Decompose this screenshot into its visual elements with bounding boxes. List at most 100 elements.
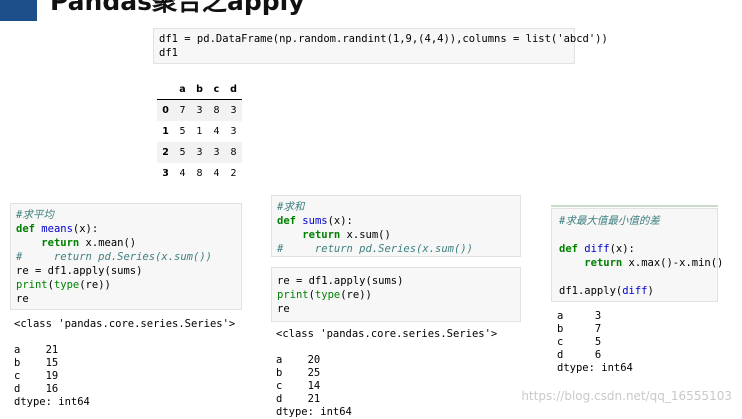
output-line: dtype: int64 [557, 362, 633, 374]
output-line: b 7 [557, 323, 602, 335]
keyword: def [16, 223, 35, 235]
code-text: (x): [327, 215, 353, 227]
code-cell-sums[interactable]: #求和 def sums(x): return x.sum() # return… [271, 195, 521, 257]
output-line: b 15 [14, 357, 59, 369]
code-line-re: re [16, 293, 29, 305]
output-line: c 5 [557, 336, 602, 348]
table-cell: 4 [213, 126, 220, 137]
code-line-apply: df1.apply(diff) [559, 284, 717, 298]
code-text: ) [647, 285, 654, 297]
output-line: c 14 [276, 380, 321, 392]
table-header-row: a b c d [157, 80, 242, 100]
cell-divider [551, 205, 718, 207]
code-line-dataframe: df1 = pd.DataFrame(np.random.randint(1,9… [159, 33, 608, 45]
code-line-apply: re = df1.apply(sums) [16, 265, 143, 277]
code-commented-line: # return pd.Series(x.sum()) [277, 243, 473, 255]
code-line-print: print(type(re)) [16, 278, 241, 292]
slide-title: Pandas聚合之apply [50, 0, 305, 16]
table-row: 3 4 8 4 2 [157, 163, 242, 184]
code-text: (x): [609, 243, 635, 255]
output-line: a 20 [276, 354, 321, 366]
table-cell: 5 [179, 147, 186, 158]
code-text: x.max()-x.min() [622, 257, 724, 269]
output-line: a 3 [557, 310, 602, 322]
output-line: d 6 [557, 349, 602, 361]
code-line-df1: df1 [159, 47, 178, 59]
code-comment: #求和 [277, 201, 305, 213]
dataframe-table: a b c d 0 7 3 8 3 1 5 1 4 3 2 5 3 3 8 3 … [157, 80, 242, 184]
output-sums: <class 'pandas.core.series.Series'> a 20… [276, 328, 497, 419]
keyword: def [277, 215, 296, 227]
code-line-return: return x.sum() [277, 228, 520, 242]
table-cell: 7 [179, 105, 186, 116]
code-line-def: def sums(x): [277, 214, 520, 228]
code-text: x.mean() [79, 237, 137, 249]
output-line: <class 'pandas.core.series.Series'> [14, 318, 236, 330]
code-commented-line: # return pd.Series(x.sum()) [16, 251, 212, 263]
code-line-def: def diff(x): [559, 242, 717, 256]
output-means: <class 'pandas.core.series.Series'> a 21… [14, 318, 235, 409]
table-cell: 8 [196, 168, 203, 179]
keyword: return [41, 237, 80, 249]
code-cell-means[interactable]: #求平均 def means(x): return x.mean() # ret… [10, 203, 242, 310]
table-cell: 1 [196, 126, 203, 137]
code-cell-sums-apply[interactable]: re = df1.apply(sums) print(type(re)) re [271, 267, 521, 322]
header-cell: c [208, 80, 225, 100]
header-cell [157, 80, 174, 100]
header-cell: d [225, 80, 242, 100]
function-name: diff [622, 285, 648, 297]
table-cell: 4 [213, 168, 220, 179]
table-row: 2 5 3 3 8 [157, 142, 242, 163]
code-line-apply: re = df1.apply(sums) [277, 275, 404, 287]
table-row: 0 7 3 8 3 [157, 99, 242, 121]
keyword: return [302, 229, 341, 241]
code-text: (re)) [79, 279, 111, 291]
code-cell-diff[interactable]: #求最大值最小值的差 def diff(x): return x.max()-x… [551, 208, 723, 302]
code-line-re: re [277, 303, 290, 315]
keyword: def [559, 243, 578, 255]
code-text: x.sum() [340, 229, 391, 241]
table-cell: 4 [179, 168, 186, 179]
code-line-return: return x.mean() [16, 236, 241, 250]
keyword: return [584, 257, 623, 269]
output-line: d 21 [276, 393, 321, 405]
code-text: (re)) [340, 289, 372, 301]
watermark-text: https://blog.csdn.net/qq_16555103 [521, 389, 732, 403]
builtin: print [16, 279, 48, 291]
row-index: 2 [162, 147, 169, 158]
output-diff: a 3 b 7 c 5 d 6 dtype: int64 [557, 310, 633, 375]
code-line-def: def means(x): [16, 222, 241, 236]
output-line: b 25 [276, 367, 321, 379]
code-text: (x): [72, 223, 99, 235]
output-line: d 16 [14, 383, 59, 395]
dataframe-output: a b c d 0 7 3 8 3 1 5 1 4 3 2 5 3 3 8 3 … [157, 80, 242, 184]
table-cell: 8 [213, 105, 220, 116]
row-index: 1 [162, 126, 169, 137]
output-line: dtype: int64 [14, 396, 90, 408]
output-line: <class 'pandas.core.series.Series'> [276, 328, 498, 340]
header-cell: b [191, 80, 208, 100]
code-comment: #求最大值最小值的差 [559, 215, 660, 227]
row-index: 3 [162, 168, 169, 179]
table-cell: 3 [213, 147, 220, 158]
builtin: type [314, 289, 341, 301]
code-comment: #求平均 [16, 209, 54, 221]
code-cell-dataframe[interactable]: df1 = pd.DataFrame(np.random.randint(1,9… [153, 28, 608, 64]
builtin: type [53, 279, 80, 291]
output-line: dtype: int64 [276, 406, 352, 418]
title-accent-bar [0, 0, 37, 21]
function-name: means [41, 223, 73, 235]
table-cell: 8 [230, 147, 237, 158]
table-row: 1 5 1 4 3 [157, 121, 242, 142]
table-cell: 2 [230, 168, 237, 179]
code-line-return: return x.max()-x.min() [559, 256, 723, 270]
output-line: c 19 [14, 370, 59, 382]
table-cell: 3 [230, 126, 237, 137]
code-line-print: print(type(re)) [277, 288, 520, 302]
table-cell: 3 [230, 105, 237, 116]
table-cell: 5 [179, 126, 186, 137]
